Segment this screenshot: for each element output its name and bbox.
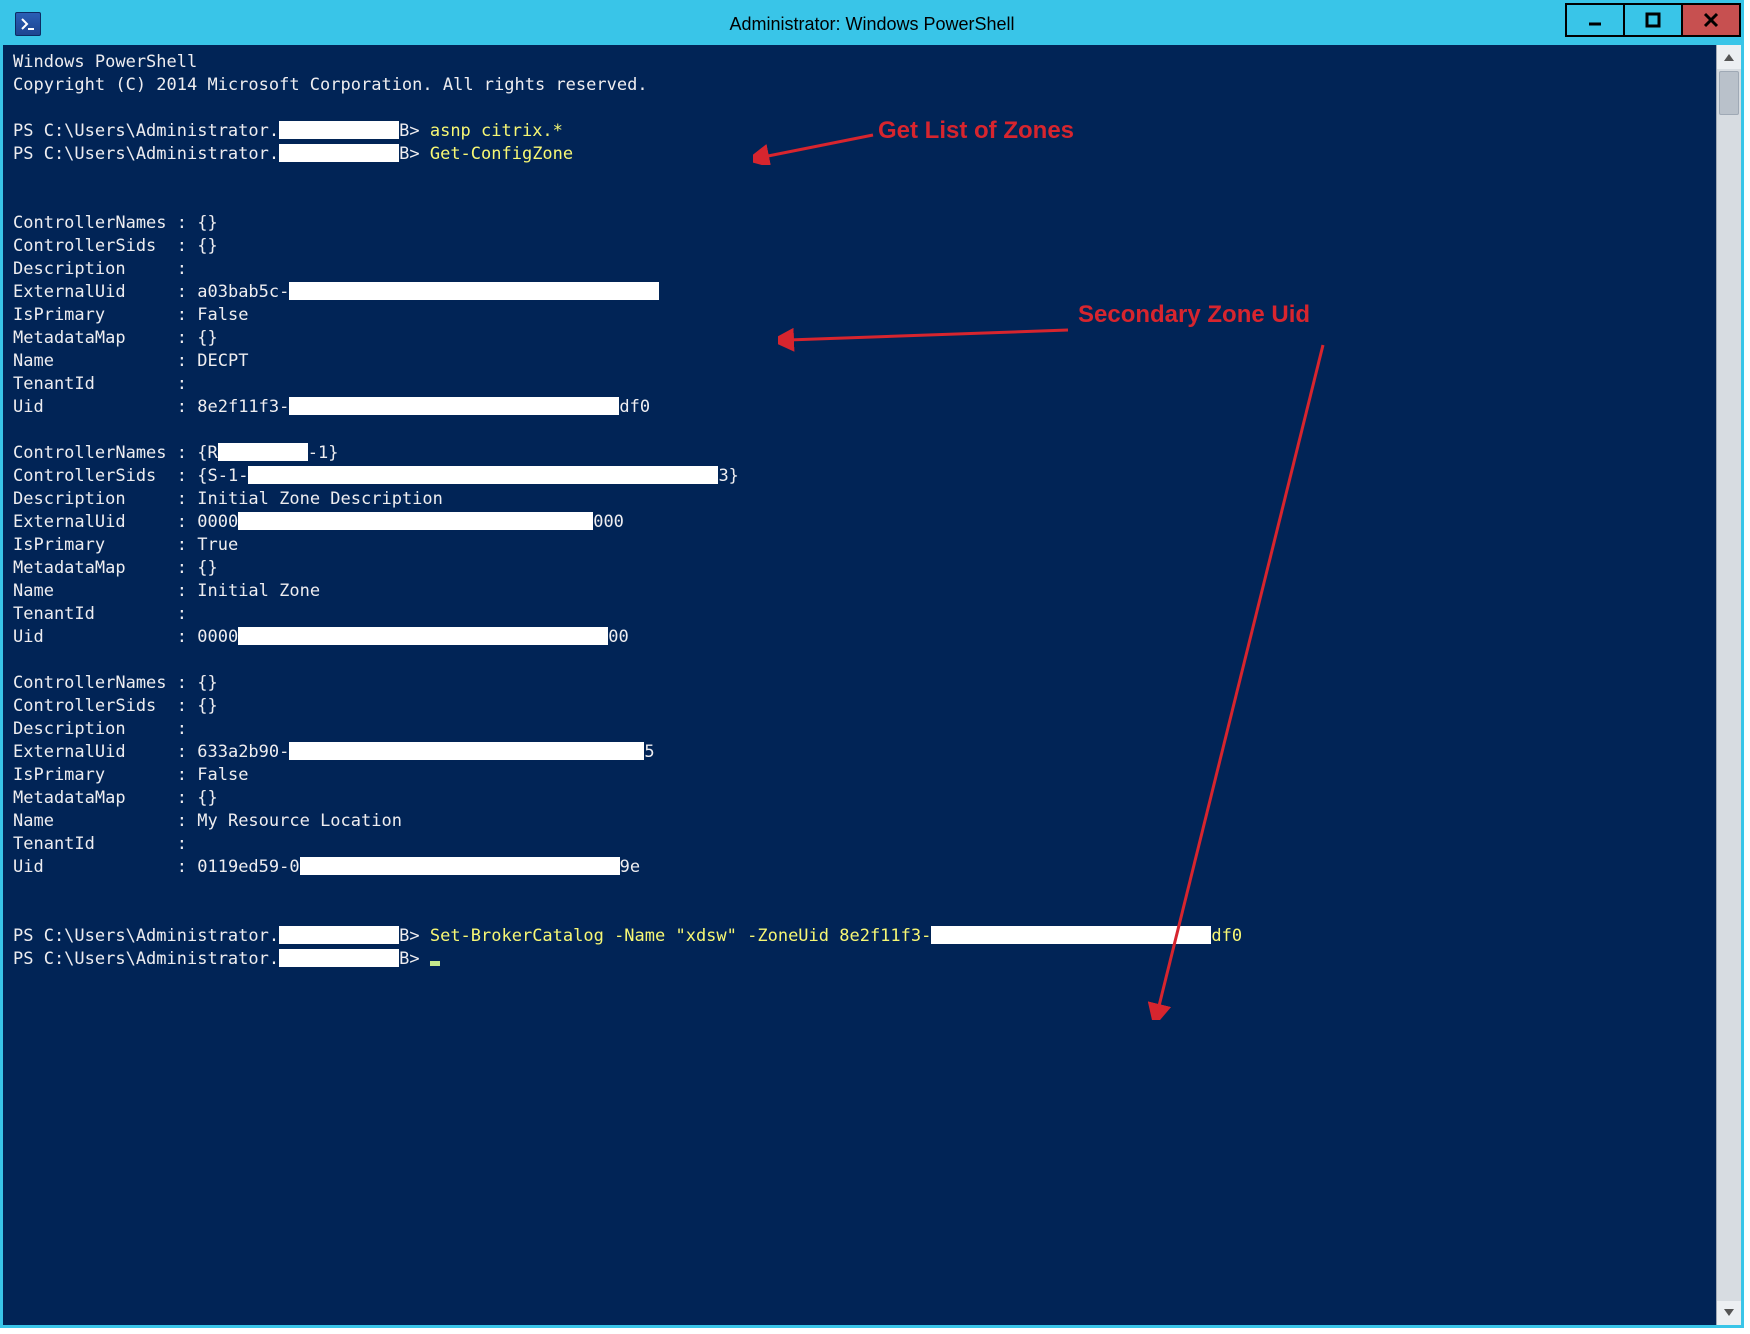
- prompt: PS C:\Users\Administrator.: [13, 121, 279, 141]
- redacted: [279, 926, 399, 944]
- powershell-icon[interactable]: [15, 12, 41, 36]
- redacted: [289, 397, 619, 415]
- scroll-down-button[interactable]: [1717, 1301, 1741, 1325]
- redacted: [300, 857, 620, 875]
- close-button[interactable]: [1681, 3, 1741, 37]
- redacted: [218, 443, 308, 461]
- redacted: [931, 926, 1211, 944]
- terminal-output[interactable]: Windows PowerShell Copyright (C) 2014 Mi…: [3, 45, 1716, 1325]
- vertical-scrollbar[interactable]: [1716, 45, 1741, 1325]
- prompt: PS C:\Users\Administrator.: [13, 144, 279, 164]
- prompt: PS C:\Users\Administrator.: [13, 949, 279, 969]
- redacted: [279, 144, 399, 162]
- cursor: [430, 961, 440, 966]
- titlebar[interactable]: Administrator: Windows PowerShell: [3, 3, 1741, 45]
- minimize-button[interactable]: [1565, 3, 1625, 37]
- prompt: PS C:\Users\Administrator.: [13, 926, 279, 946]
- annotation-secondary-zone-uid: Secondary Zone Uid: [1078, 303, 1310, 326]
- annotation-get-list-zones: Get List of Zones: [878, 119, 1074, 142]
- scroll-thumb[interactable]: [1719, 71, 1739, 115]
- powershell-window: Administrator: Windows PowerShell Window…: [0, 0, 1744, 1328]
- cmd-asnp: asnp citrix.*: [430, 121, 563, 141]
- redacted: [238, 512, 593, 530]
- arrow-icon: [778, 325, 1078, 355]
- redacted: [279, 949, 399, 967]
- ps-header2: Copyright (C) 2014 Microsoft Corporation…: [13, 75, 648, 95]
- arrow-icon: [753, 125, 883, 165]
- redacted: [289, 282, 659, 300]
- scroll-up-button[interactable]: [1717, 45, 1741, 69]
- cmd-setbrokercatalog: Set-BrokerCatalog -Name "xdsw" -ZoneUid …: [430, 926, 932, 946]
- redacted: [279, 121, 399, 139]
- window-controls: [1567, 3, 1741, 35]
- cmd-getconfigzone: Get-ConfigZone: [430, 144, 573, 164]
- arrow-icon: [1148, 340, 1348, 1020]
- redacted: [289, 742, 644, 760]
- maximize-button[interactable]: [1623, 3, 1683, 37]
- redacted: [238, 627, 608, 645]
- client-area: Windows PowerShell Copyright (C) 2014 Mi…: [3, 45, 1741, 1325]
- redacted: [248, 466, 718, 484]
- ps-header1: Windows PowerShell: [13, 52, 197, 72]
- window-title: Administrator: Windows PowerShell: [3, 14, 1741, 35]
